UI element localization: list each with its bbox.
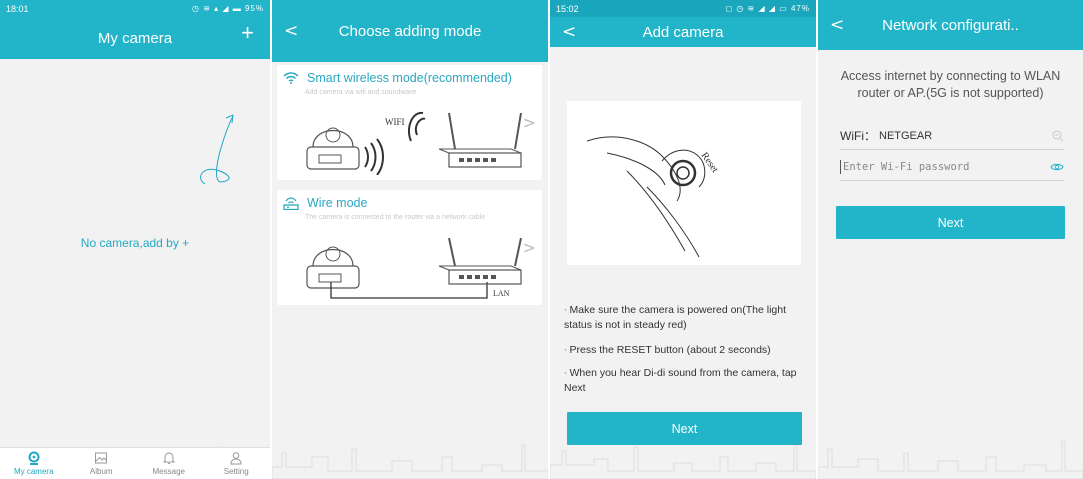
reset-illustration: Reset: [567, 101, 801, 265]
wifi-label: WiFi：: [840, 129, 876, 143]
mode-title-text: Smart wireless mode(recommended): [307, 71, 512, 85]
smart-wireless-mode-card[interactable]: Smart wireless mode(recommended) Add cam…: [277, 65, 542, 180]
tab-bar: My camera Album Message Setting: [0, 447, 270, 479]
network-info-text: Access internet by connecting to WLAN ro…: [840, 69, 1061, 100]
wire-setup-figure: LAN: [306, 238, 522, 299]
network-config-screen: < Network configurati.. Access internet …: [818, 0, 1083, 479]
router-icon: [283, 197, 299, 210]
app-bar: < Choose adding mode: [272, 0, 548, 62]
next-button[interactable]: Next: [836, 206, 1065, 239]
page-title: My camera: [97, 29, 173, 47]
header: 18:01 ◷ ≋ ▴ ◢ ▬ 95% My camera +: [0, 0, 270, 59]
skyline-decoration: [272, 444, 548, 479]
status-time: 18:01: [6, 3, 29, 14]
tab-my-camera[interactable]: My camera: [0, 448, 68, 479]
wifi-name-field[interactable]: WiFi： NETGEAR: [840, 122, 1064, 150]
lan-figure-label: LAN: [493, 289, 510, 298]
app-bar: My camera +: [0, 17, 270, 59]
skyline-decoration: [550, 442, 816, 479]
mode-title: Wire mode: [277, 190, 542, 210]
wifi-value: NETGEAR: [879, 129, 933, 142]
status-icons: ◻ ◷ ≋ ◢ ◢ ▭ 47%: [725, 4, 810, 13]
mode-description: The camera is connected to the router vi…: [305, 214, 486, 221]
page-title: Network configurati..: [882, 16, 1019, 34]
bell-icon: [162, 452, 175, 464]
chevron-right-icon: >: [522, 238, 536, 257]
zoom-out-icon[interactable]: [1052, 130, 1064, 142]
back-button[interactable]: <: [830, 15, 844, 35]
page-title: Add camera: [642, 23, 724, 41]
password-input[interactable]: Enter Wi-Fi password: [843, 161, 969, 173]
back-button[interactable]: <: [562, 22, 576, 42]
app-bar: < Network configurati..: [818, 0, 1083, 50]
wifi-setup-figure: WIFI: [306, 111, 522, 175]
arrow-hint-icon: [200, 114, 234, 185]
step-3: · When you hear Di-di sound from the came…: [564, 367, 797, 394]
wire-mode-card[interactable]: Wire mode The camera is connected to the…: [277, 190, 542, 305]
empty-message: No camera,add by +: [80, 236, 190, 250]
tab-setting[interactable]: Setting: [203, 448, 271, 479]
tab-album[interactable]: Album: [68, 448, 136, 479]
tab-label: Album: [89, 467, 113, 476]
password-field[interactable]: Enter Wi-Fi password: [840, 153, 1064, 181]
chevron-right-icon: >: [522, 113, 536, 132]
choose-mode-screen: < Choose adding mode Smart wireless mode…: [272, 0, 548, 479]
eye-icon[interactable]: [1050, 162, 1064, 172]
status-icons: ◷ ≋ ▴ ◢ ▬ 95%: [192, 4, 264, 13]
step-text: When you hear Di-di sound from the camer…: [564, 367, 797, 394]
text-cursor: [840, 159, 841, 174]
add-camera-screen: 15:02 ◻ ◷ ≋ ◢ ◢ ▭ 47% < Add camera Reset…: [550, 0, 816, 479]
skyline-decoration: [818, 440, 1083, 479]
battery-level: 95%: [244, 4, 264, 13]
step-1: · Make sure the camera is powered on(The …: [564, 304, 787, 331]
mode-title: Smart wireless mode(recommended): [277, 65, 542, 85]
back-button[interactable]: <: [284, 21, 298, 41]
page-title: Choose adding mode: [338, 22, 482, 40]
person-icon: [230, 452, 242, 465]
tab-label: My camera: [13, 467, 54, 476]
step-2: · Press the RESET button (about 2 seconds…: [564, 344, 771, 356]
app-bar: < Add camera: [550, 17, 816, 47]
add-camera-button[interactable]: +: [241, 20, 254, 46]
mode-description: Add camera via wifi and soundwave: [305, 89, 417, 96]
camera-pin-icon: [28, 451, 40, 465]
status-time: 15:02: [556, 3, 579, 14]
battery-level: 47%: [790, 4, 810, 13]
wifi-figure-label: WIFI: [385, 117, 405, 127]
reset-label: Reset: [699, 150, 721, 175]
wifi-icon: [283, 72, 299, 84]
my-camera-screen: 18:01 ◷ ≋ ▴ ◢ ▬ 95% My camera + No camer…: [0, 0, 270, 479]
status-bar: 15:02 ◻ ◷ ≋ ◢ ◢ ▭ 47%: [550, 0, 816, 17]
image-icon: [95, 452, 108, 464]
tab-label: Message: [152, 467, 185, 476]
tab-label: Setting: [223, 467, 249, 476]
mode-title-text: Wire mode: [307, 196, 368, 210]
status-bar: 18:01 ◷ ≋ ▴ ◢ ▬ 95%: [0, 0, 270, 17]
step-text: Press the RESET button (about 2 seconds): [569, 344, 771, 356]
tab-message[interactable]: Message: [135, 448, 203, 479]
step-text: Make sure the camera is powered on(The l…: [564, 304, 787, 331]
